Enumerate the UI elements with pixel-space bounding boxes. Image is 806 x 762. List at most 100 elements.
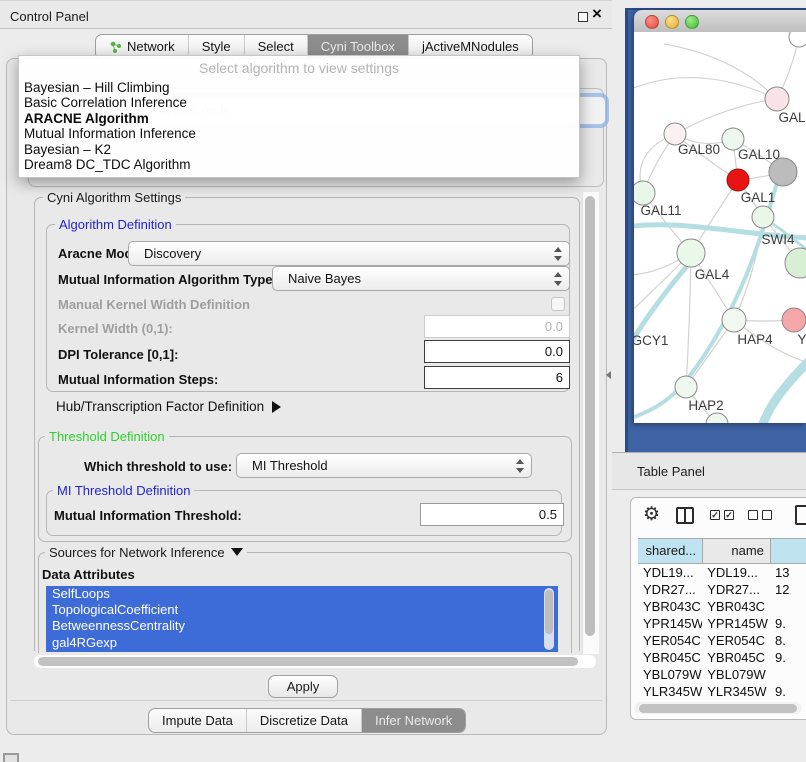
table-row[interactable]: YDR27...YDR27...12 xyxy=(638,581,806,598)
corner-grip-icon[interactable] xyxy=(3,753,19,762)
network-node[interactable] xyxy=(706,413,728,423)
network-node[interactable] xyxy=(765,87,789,111)
zoom-traffic-light-icon[interactable] xyxy=(685,15,699,29)
combo-stepper-icon xyxy=(516,459,524,473)
network-node[interactable] xyxy=(677,239,705,267)
data-attributes-list[interactable]: SelfLoopsTopologicalCoefficientBetweenne… xyxy=(46,586,558,652)
bottom-tab-infer-network[interactable]: Infer Network xyxy=(361,709,465,732)
kernel-width-field[interactable]: 0.0 xyxy=(424,315,570,338)
table-horizontal-scrollbar[interactable] xyxy=(634,702,802,714)
close-panel-icon[interactable]: × xyxy=(592,4,602,24)
network-node-label: HAP4 xyxy=(737,332,773,347)
table-cell: YBL079W xyxy=(702,666,770,683)
sources-group-title[interactable]: Sources for Network Inference xyxy=(45,545,247,560)
collapse-down-icon xyxy=(231,548,243,556)
algorithm-definition-title: Algorithm Definition xyxy=(55,217,176,232)
combo-stepper-icon xyxy=(554,272,562,286)
unchecked-checkbox-icon[interactable] xyxy=(762,510,772,520)
close-traffic-light-icon[interactable] xyxy=(645,15,659,29)
sources-title-text: Sources for Network Inference xyxy=(49,545,225,560)
network-node[interactable] xyxy=(769,158,797,186)
network-node-label: HAP2 xyxy=(688,398,723,413)
network-node[interactable] xyxy=(789,32,806,47)
table-body[interactable]: YDL19...YDL19...13YDR27...YDR27...12YBR0… xyxy=(638,564,806,705)
table-tool-icon[interactable] xyxy=(795,505,806,525)
attribute-item[interactable]: BetweennessCentrality xyxy=(46,618,558,634)
network-node[interactable] xyxy=(752,206,774,228)
checked-checkbox-icon[interactable]: ✓ xyxy=(724,510,734,520)
column-header[interactable]: name xyxy=(702,539,770,563)
attributes-scrollbar[interactable] xyxy=(544,588,554,650)
mi-type-value: Naive Bayes xyxy=(288,271,361,286)
bottom-tab-impute-data[interactable]: Impute Data xyxy=(149,709,246,732)
network-node-label: GAL80 xyxy=(678,142,720,157)
mi-type-combo[interactable]: Naive Bayes xyxy=(272,266,570,291)
table-cell: YLR345W xyxy=(638,683,702,700)
table-header-row: shared...name xyxy=(638,538,806,564)
attribute-item[interactable]: SelfLoops xyxy=(46,586,558,602)
split-columns-icon[interactable] xyxy=(676,507,694,524)
algorithm-option[interactable]: Dream8 DC_TDC Algorithm xyxy=(19,157,579,172)
table-cell: 9. xyxy=(770,649,806,666)
tab-label: Impute Data xyxy=(162,709,233,733)
network-node[interactable] xyxy=(785,248,806,278)
table-row[interactable]: YPR145WYPR145W9. xyxy=(638,615,806,632)
panel-collapse-arrow-icon[interactable] xyxy=(606,371,611,379)
bottom-tab-bar: Impute Data Discretize Data Infer Network xyxy=(148,708,466,733)
dpi-tolerance-field[interactable]: 0.0 xyxy=(424,340,570,363)
settings-horizontal-scrollbar[interactable] xyxy=(34,655,596,668)
table-row[interactable]: YER054CYER054C8. xyxy=(638,632,806,649)
mi-steps-field[interactable]: 6 xyxy=(424,366,570,389)
data-attributes-label: Data Attributes xyxy=(42,567,135,582)
attribute-item[interactable]: TopologicalCoefficient xyxy=(46,602,558,618)
attribute-item[interactable]: gal4RGexp xyxy=(46,635,558,651)
column-header[interactable] xyxy=(770,539,806,563)
table-row[interactable]: YDL19...YDL19...13 xyxy=(638,564,806,581)
network-edges-highlighted xyxy=(634,160,806,423)
network-node[interactable] xyxy=(634,181,655,205)
algorithm-option[interactable]: Mutual Information Inference xyxy=(19,126,579,141)
hub-section-toggle[interactable]: Hub/Transcription Factor Definition xyxy=(56,399,281,414)
tab-label: Discretize Data xyxy=(260,709,348,733)
mi-threshold-field[interactable]: 0.5 xyxy=(420,503,564,526)
footer-divider xyxy=(10,700,602,701)
settings-vertical-scrollbar[interactable] xyxy=(582,192,599,654)
network-canvas-svg[interactable]: GALGAL80GAL10GAL1GAL11SWI4GAL4GCY1HAP4YH… xyxy=(634,32,806,423)
table-cell xyxy=(770,598,806,615)
table-row[interactable]: YBR045CYBR045C9. xyxy=(638,649,806,666)
which-threshold-value: MI Threshold xyxy=(252,458,328,473)
mi-threshold-group-title: MI Threshold Definition xyxy=(53,483,194,498)
algorithm-option[interactable]: Basic Correlation Inference xyxy=(19,95,579,110)
bottom-tab-discretize-data[interactable]: Discretize Data xyxy=(246,709,361,732)
network-node[interactable] xyxy=(722,308,746,332)
unchecked-checkbox-icon[interactable] xyxy=(748,510,758,520)
checked-checkbox-icon[interactable]: ✓ xyxy=(710,510,720,520)
table-row[interactable]: YBR043CYBR043C xyxy=(638,598,806,615)
table-row[interactable]: YLR345WYLR345W9. xyxy=(638,683,806,700)
minimize-traffic-light-icon[interactable] xyxy=(665,15,679,29)
table-row[interactable]: YBL079WYBL079W xyxy=(638,666,806,683)
float-panel-icon[interactable] xyxy=(578,12,588,22)
network-node[interactable] xyxy=(727,169,749,191)
network-node[interactable] xyxy=(675,376,697,398)
network-node[interactable] xyxy=(782,308,806,332)
network-window-titlebar[interactable] xyxy=(634,10,806,33)
hub-section-label: Hub/Transcription Factor Definition xyxy=(56,399,264,414)
algorithm-option[interactable]: Bayesian – K2 xyxy=(19,142,579,157)
apply-button[interactable]: Apply xyxy=(268,675,338,698)
network-view-window[interactable]: GALGAL80GAL10GAL1GAL11SWI4GAL4GCY1HAP4YH… xyxy=(634,10,806,423)
table-cell: YLR345W xyxy=(702,683,770,700)
algorithm-option[interactable]: Bayesian – Hill Climbing xyxy=(19,80,579,95)
tab-label: Infer Network xyxy=(375,709,452,733)
aracne-mode-value: Discovery xyxy=(144,246,201,261)
column-header[interactable]: shared... xyxy=(638,539,702,563)
algorithm-option[interactable]: ARACNE Algorithm xyxy=(19,111,579,126)
aracne-mode-combo[interactable]: Discovery xyxy=(128,241,570,266)
table-cell: YBR043C xyxy=(638,598,702,615)
combo-stepper-icon xyxy=(554,247,562,261)
table-cell: YDR27... xyxy=(638,581,702,598)
manual-kernel-checkbox[interactable] xyxy=(551,297,565,311)
which-threshold-combo[interactable]: MI Threshold xyxy=(236,453,532,478)
threshold-definition-title: Threshold Definition xyxy=(45,429,169,444)
gear-icon[interactable]: ⚙ xyxy=(643,503,660,526)
